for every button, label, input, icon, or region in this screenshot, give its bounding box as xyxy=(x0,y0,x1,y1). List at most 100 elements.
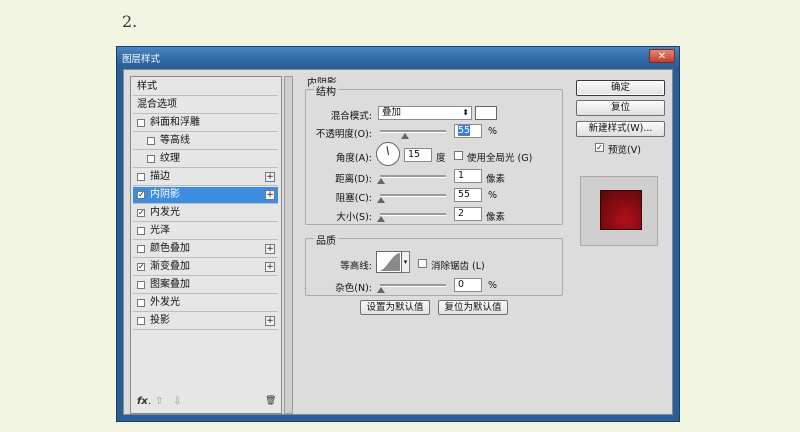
add-effect-icon[interactable]: + xyxy=(265,172,275,182)
style-list-label: 图案叠加 xyxy=(150,279,190,290)
blend-mode-value: 叠加 xyxy=(382,107,402,118)
style-checkbox[interactable] xyxy=(137,299,145,307)
style-checkbox[interactable] xyxy=(147,155,155,163)
style-list-item[interactable]: 图案叠加 xyxy=(133,277,278,294)
style-checkbox[interactable] xyxy=(147,137,155,145)
style-list-label: 内发光 xyxy=(150,207,180,218)
style-checkbox[interactable]: ✓ xyxy=(137,263,145,271)
style-list-item[interactable]: 样式 xyxy=(133,79,278,96)
opacity-label: 不透明度(O): xyxy=(315,129,372,140)
angle-input[interactable]: 15 xyxy=(404,148,432,162)
style-checkbox[interactable] xyxy=(137,173,145,181)
style-list-item[interactable]: 纹理 xyxy=(133,151,278,168)
preview-label: 预览(V) xyxy=(608,145,641,156)
style-checkbox[interactable] xyxy=(137,227,145,235)
select-arrow-icon: ⬍ xyxy=(462,108,469,117)
step-number: 2. xyxy=(122,12,138,31)
distance-slider[interactable] xyxy=(380,175,446,178)
opacity-slider[interactable] xyxy=(380,130,446,133)
angle-label: 角度(A): xyxy=(335,153,372,164)
size-slider[interactable] xyxy=(380,213,446,216)
style-checkbox[interactable]: ✓ xyxy=(137,209,145,217)
choke-unit: % xyxy=(488,190,498,201)
noise-slider-thumb[interactable] xyxy=(377,287,385,293)
style-list-item[interactable]: ✓ 渐变叠加 + xyxy=(133,259,278,276)
shadow-color-swatch[interactable] xyxy=(475,106,497,120)
opacity-unit: % xyxy=(488,126,498,137)
style-list-item[interactable]: 外发光 xyxy=(133,295,278,312)
opacity-slider-thumb[interactable] xyxy=(401,133,409,139)
title-bar[interactable]: 图层样式 ✕ xyxy=(117,47,679,67)
styles-list: 样式 混合选项 斜面和浮雕 等高线 纹理 描边 + ✓ 内阴影 + ✓ 内发光 光泽 颜色叠加 + ✓ 渐变叠加… xyxy=(130,76,282,414)
ok-button[interactable]: 确定 xyxy=(576,80,665,96)
choke-label: 阻塞(C): xyxy=(335,193,372,204)
add-effect-icon[interactable]: + xyxy=(265,316,275,326)
style-list-item[interactable]: 描边 + xyxy=(133,169,278,186)
choke-input[interactable]: 55 xyxy=(454,188,482,202)
style-list-item[interactable]: 等高线 xyxy=(133,133,278,150)
distance-input[interactable]: 1 xyxy=(454,169,482,183)
opacity-input[interactable]: 55 xyxy=(454,124,482,138)
styles-scrollbar[interactable] xyxy=(284,76,293,414)
styles-footer: fx . ⇧ ⇩ 🗑 xyxy=(133,395,278,411)
style-list-label: 描边 xyxy=(150,171,170,182)
quality-legend: 品质 xyxy=(314,232,338,247)
contour-picker[interactable] xyxy=(376,251,402,273)
choke-slider[interactable] xyxy=(380,194,446,197)
layer-style-dialog: 图层样式 ✕ 样式 混合选项 斜面和浮雕 等高线 纹理 描边 + ✓ 内阴影 + ✓ 内发光 光泽 颜色叠… xyxy=(116,46,680,422)
style-list-label: 混合选项 xyxy=(137,99,177,110)
noise-slider[interactable] xyxy=(380,284,446,287)
trash-icon[interactable]: 🗑 xyxy=(265,396,276,406)
style-list-item[interactable]: 斜面和浮雕 xyxy=(133,115,278,132)
move-up-icon[interactable]: ⇧ xyxy=(155,396,163,407)
style-list-item[interactable]: 混合选项 xyxy=(133,97,278,114)
blend-mode-select[interactable]: 叠加 ⬍ xyxy=(378,106,472,120)
style-list-item[interactable]: 光泽 xyxy=(133,223,278,240)
distance-slider-thumb[interactable] xyxy=(377,178,385,184)
size-slider-thumb[interactable] xyxy=(377,216,385,222)
make-default-button[interactable]: 设置为默认值 xyxy=(360,300,430,315)
new-style-button[interactable]: 新建样式(W)... xyxy=(576,121,665,137)
noise-unit: % xyxy=(488,280,498,291)
add-effect-icon[interactable]: + xyxy=(265,244,275,254)
preview-checkbox[interactable]: ✓ xyxy=(595,143,604,152)
style-list-label: 纹理 xyxy=(160,153,180,164)
style-checkbox[interactable] xyxy=(137,281,145,289)
style-list-item[interactable]: ✓ 内发光 xyxy=(133,205,278,222)
add-effect-icon[interactable]: + xyxy=(265,262,275,272)
fx-button[interactable]: fx xyxy=(137,396,148,407)
global-light-checkbox[interactable] xyxy=(454,151,463,160)
distance-unit: 像素 xyxy=(486,174,506,185)
reset-default-button[interactable]: 复位为默认值 xyxy=(438,300,508,315)
style-list-label: 等高线 xyxy=(160,135,190,146)
move-down-icon[interactable]: ⇩ xyxy=(173,396,181,407)
style-list-item[interactable]: 颜色叠加 + xyxy=(133,241,278,258)
close-button[interactable]: ✕ xyxy=(649,49,675,63)
distance-label: 距离(D): xyxy=(335,174,372,185)
reset-button[interactable]: 复位 xyxy=(576,100,665,116)
fx-dot: . xyxy=(148,396,152,407)
angle-unit: 度 xyxy=(436,153,446,164)
structure-legend: 结构 xyxy=(314,83,338,98)
angle-dial[interactable] xyxy=(376,142,400,166)
noise-label: 杂色(N): xyxy=(335,283,372,294)
contour-dropdown[interactable]: ▾ xyxy=(402,251,410,273)
size-unit: 像素 xyxy=(486,212,506,223)
dialog-body: 样式 混合选项 斜面和浮雕 等高线 纹理 描边 + ✓ 内阴影 + ✓ 内发光 光泽 颜色叠加 + ✓ 渐变叠加… xyxy=(123,69,673,415)
preview-swatch xyxy=(600,190,642,230)
style-list-item[interactable]: ✓ 内阴影 + xyxy=(133,187,278,204)
style-checkbox[interactable]: ✓ xyxy=(137,191,145,199)
style-list-item[interactable]: 投影 + xyxy=(133,313,278,330)
style-checkbox[interactable] xyxy=(137,119,145,127)
choke-slider-thumb[interactable] xyxy=(377,197,385,203)
preview-frame xyxy=(580,176,658,246)
style-checkbox[interactable] xyxy=(137,245,145,253)
antialias-checkbox[interactable] xyxy=(418,259,427,268)
angle-needle xyxy=(386,146,389,156)
style-list-label: 斜面和浮雕 xyxy=(150,117,200,128)
style-checkbox[interactable] xyxy=(137,317,145,325)
style-list-label: 样式 xyxy=(137,81,157,92)
add-effect-icon[interactable]: + xyxy=(265,190,275,200)
noise-input[interactable]: 0 xyxy=(454,278,482,292)
size-input[interactable]: 2 xyxy=(454,207,482,221)
